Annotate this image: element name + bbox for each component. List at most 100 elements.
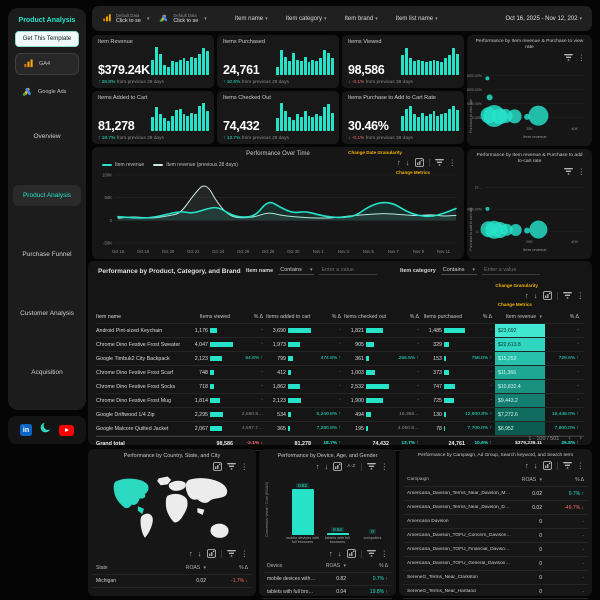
- chart-type-icon[interactable]: [542, 291, 552, 300]
- chart-type-icon[interactable]: [414, 158, 424, 167]
- sort-ascending-icon[interactable]: ↑: [525, 462, 529, 470]
- column-header-roas[interactable]: ROAS ▾: [512, 477, 542, 483]
- filter-icon[interactable]: [434, 159, 444, 166]
- column-header-[interactable]: % Δ: [311, 314, 344, 320]
- sort-ascending-icon[interactable]: ↑: [397, 159, 401, 167]
- column-header-items-viewed[interactable]: Items viewed: [188, 314, 233, 320]
- column-header-delta[interactable]: % Δ: [542, 477, 584, 483]
- more-options-icon[interactable]: ⋮: [577, 462, 585, 470]
- more-options-icon[interactable]: ⋮: [381, 463, 389, 471]
- item-category-filter-input[interactable]: [482, 266, 540, 275]
- sort-ascending-icon[interactable]: ↑: [525, 292, 529, 300]
- filter-icon[interactable]: [226, 463, 236, 470]
- sidebar-item-purchase-funnel[interactable]: Purchase Funnel: [13, 244, 81, 265]
- filter-item-brand[interactable]: Item brand ▾: [345, 16, 378, 22]
- table-row[interactable]: SereneG_Terms_Near_Hartland 0 -: [403, 585, 588, 599]
- chart-type-icon[interactable]: [542, 461, 552, 470]
- table-row[interactable]: mobile devices with full browsers 0.82 0.7…: [263, 573, 392, 586]
- youtube-icon[interactable]: [59, 424, 74, 436]
- column-header-item-name[interactable]: Item name: [96, 314, 188, 320]
- more-options-icon[interactable]: ⋮: [578, 167, 586, 176]
- filter-icon[interactable]: [366, 550, 376, 557]
- filter-icon[interactable]: [563, 54, 573, 61]
- chart-type-icon[interactable]: [333, 462, 343, 471]
- filter-icon[interactable]: [562, 462, 572, 469]
- sort-descending-icon[interactable]: ↓: [198, 550, 202, 558]
- sort-az-icon[interactable]: A·Z: [347, 464, 355, 469]
- table-row[interactable]: Google Malcore Quilted Jacket 2,067 4,597.…: [96, 422, 584, 436]
- column-header-roas[interactable]: ROAS ▾: [316, 563, 346, 569]
- sidebar-item-customer-analysis[interactable]: Customer Analysis: [13, 303, 81, 324]
- filter-icon[interactable]: [562, 292, 572, 299]
- table-row[interactable]: Chrome Dino Festive Frost Scarf 748 - 412 - 1…: [96, 366, 584, 380]
- table-row[interactable]: tablets with full browsers 0.04 19.8% ↑: [263, 586, 392, 599]
- date-range-control[interactable]: Oct 16, 2025 - Nov 12, 202 ▾: [505, 16, 582, 22]
- sort-descending-icon[interactable]: ↓: [406, 159, 410, 167]
- source-google-ads[interactable]: Google Ads: [15, 81, 79, 103]
- sidebar-item-product-analysis[interactable]: Product Analysis: [13, 185, 81, 206]
- source-ga4[interactable]: GA4: [15, 53, 79, 75]
- linkedin-icon[interactable]: in: [20, 424, 32, 436]
- more-options-icon[interactable]: ⋮: [449, 159, 457, 167]
- column-header-delta[interactable]: % Δ: [206, 565, 248, 571]
- sidebar-item-acquisition[interactable]: Acquisition: [13, 362, 81, 383]
- column-header-[interactable]: % Δ: [545, 314, 582, 320]
- column-header-item-revenue[interactable]: Item revenue ▾: [495, 314, 545, 320]
- map-north-america-highlighted[interactable]: [113, 478, 149, 509]
- column-header-device[interactable]: Device: [267, 563, 316, 569]
- table-row[interactable]: Chrome Dino Festive Frost Socks 718 - 1,862…: [96, 380, 584, 394]
- column-header-items-checked-out[interactable]: Items checked out: [344, 314, 389, 320]
- filter-item-category[interactable]: Item category ▾: [286, 16, 327, 22]
- table-row[interactable]: Americana_Davison_Terms_Near_Davison_Mob…: [403, 487, 588, 501]
- column-header-[interactable]: % Δ: [389, 314, 422, 320]
- table-row[interactable]: Americana_Davison_TOFU_General_Davison_B…: [403, 557, 588, 571]
- table-row[interactable]: Americana_Davison_TOFU_Concern_Davison_B…: [403, 529, 588, 543]
- chart-type-icon[interactable]: [346, 549, 356, 558]
- pagination-next-button[interactable]: ›: [580, 435, 582, 442]
- table-row[interactable]: Android Pint-sized Keychain 1,176 - 3,690 - 1…: [96, 324, 584, 338]
- filter-item-list-name[interactable]: Item list name ▾: [396, 16, 438, 22]
- chart-type-icon[interactable]: [206, 549, 216, 558]
- more-options-icon[interactable]: ⋮: [241, 463, 249, 471]
- brand-logo-icon[interactable]: [39, 421, 53, 439]
- column-header-items-added-to-cart[interactable]: Items added to cart: [266, 314, 311, 320]
- item-name-filter-input[interactable]: [319, 266, 378, 275]
- pagination-prev-button[interactable]: ‹: [568, 435, 570, 442]
- chart-type-icon[interactable]: [212, 462, 222, 471]
- filter-icon[interactable]: [563, 167, 573, 175]
- filter-operator-select[interactable]: Contains ▾: [278, 266, 315, 275]
- sort-ascending-icon[interactable]: ↑: [329, 550, 333, 558]
- table-row[interactable]: Google Driftwood 1/4 Zip 2,295 2,860.8… 534…: [96, 408, 584, 422]
- more-options-icon[interactable]: ⋮: [241, 550, 249, 558]
- sort-descending-icon[interactable]: ↓: [325, 463, 329, 471]
- table-row[interactable]: Google Timbuk2 City Backpack 2,123 64.6% ↑…: [96, 352, 584, 366]
- sort-descending-icon[interactable]: ↓: [338, 550, 342, 558]
- column-header-[interactable]: % Δ: [233, 314, 266, 320]
- filter-operator-select[interactable]: Contains ▾: [440, 266, 477, 275]
- more-options-icon[interactable]: ⋮: [578, 54, 586, 62]
- table-row[interactable]: SereneG_Terms_Near_Clarkston 0 -: [403, 571, 588, 585]
- sort-ascending-icon[interactable]: ↑: [316, 463, 320, 471]
- column-header-items-purchased[interactable]: Items purchased: [422, 314, 465, 320]
- table-row[interactable]: Chrome Dino Festive Frost Mug 1,814 - 2,123…: [96, 394, 584, 408]
- column-header-state[interactable]: State: [96, 565, 176, 571]
- get-template-button[interactable]: Get This Template: [15, 31, 79, 47]
- data-connector-google-ads[interactable]: Default Data Click to se ▾: [159, 10, 207, 28]
- filter-item-name[interactable]: Item name ▾: [235, 16, 268, 22]
- sidebar-item-overview[interactable]: Overview: [13, 126, 81, 147]
- data-connector-ga4[interactable]: Default Data Click to se ▾: [102, 10, 149, 28]
- table-row[interactable]: Michigan 0.02 -1.7% ↓: [92, 575, 252, 588]
- column-header-campaign[interactable]: Campaign: [407, 477, 512, 482]
- filter-icon[interactable]: [366, 463, 376, 470]
- table-row[interactable]: Americana_Davison_TOFU_Financial_Davison…: [403, 543, 588, 557]
- more-options-icon[interactable]: ⋮: [577, 292, 585, 300]
- column-header-[interactable]: % Δ: [465, 314, 495, 320]
- column-header-delta[interactable]: % Δ: [346, 563, 388, 569]
- table-row[interactable]: Chrome Dino Festive Frost Sweater 4,047 - 1…: [96, 338, 584, 352]
- filter-icon[interactable]: [226, 550, 236, 557]
- sort-ascending-icon[interactable]: ↑: [189, 550, 193, 558]
- column-header-roas[interactable]: ROAS ▾: [176, 565, 206, 571]
- more-options-icon[interactable]: ⋮: [381, 550, 389, 558]
- table-row[interactable]: Americana_Davison_Terms_Near_Davison_Des…: [403, 501, 588, 515]
- sort-descending-icon[interactable]: ↓: [534, 292, 538, 300]
